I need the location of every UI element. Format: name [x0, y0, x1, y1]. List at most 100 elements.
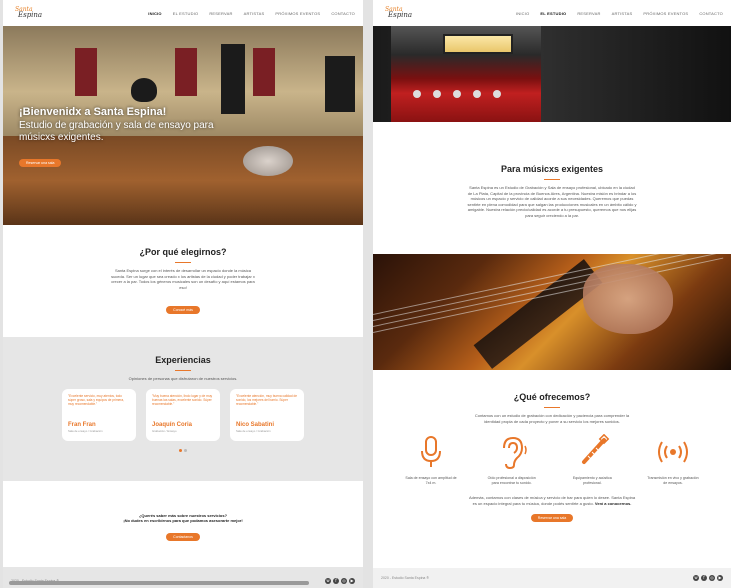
services-title: ¿Qué ofrecemos?	[513, 392, 591, 402]
home-page: Santa Espina INICIO EL ESTUDIO RESERVAR …	[3, 0, 363, 588]
instagram-icon[interactable]: ◎	[341, 578, 347, 584]
studio-page: Santa Espina INICIO EL ESTUDIO RESERVAR …	[373, 0, 731, 588]
acoustic-panel	[75, 48, 97, 96]
title-divider	[544, 407, 560, 408]
hand	[583, 264, 673, 334]
nav-menu: INICIO EL ESTUDIO RESERVAR ARTISTAS PRÓX…	[516, 11, 723, 16]
why-us-text: Santa Espina surge con el interés de des…	[111, 268, 255, 290]
experiences-title: Experiencias	[155, 355, 211, 365]
speaker-cabinet	[325, 56, 355, 112]
nav-item-contacto[interactable]: CONTACTO	[699, 11, 723, 16]
testimonial-quote: "Excelente servicio, muy atentos, todo s…	[68, 394, 124, 406]
testimonial-carousel[interactable]: "Excelente servicio, muy atentos, todo s…	[3, 389, 363, 441]
service-text: Sala de ensayo con amplitud de 7x4 m.	[405, 476, 457, 485]
title-divider	[175, 262, 191, 263]
carousel-dot-active[interactable]	[179, 449, 182, 452]
nav-item-reservar[interactable]: RESERVAR	[577, 11, 600, 16]
title-divider	[544, 179, 560, 180]
guitar-pick-logo	[131, 78, 157, 102]
reserve-room-button[interactable]: Reservar una sala	[530, 514, 574, 523]
contact-cta-section: ¿Querés saber más sobre nuestros servici…	[3, 481, 363, 567]
footer: 2020 - Estudio Santa Espina ® w f ◎ ▶	[373, 568, 731, 588]
microphone-icon	[421, 436, 441, 467]
reserve-room-button[interactable]: Reservar una sala	[19, 159, 62, 167]
services-intro: Contamos con un estudio de grabación con…	[474, 413, 630, 424]
nav-item-artistas[interactable]: ARTISTAS	[244, 11, 265, 16]
testimonial-card: "Muy buena atención, lindo lugar y de mu…	[146, 389, 220, 441]
service-item: Oído profesional a disposición para enco…	[484, 434, 540, 485]
amp-knob	[433, 90, 441, 98]
nav-item-el-estudio[interactable]: EL ESTUDIO	[540, 11, 566, 16]
logo[interactable]: Santa Espina	[385, 7, 412, 19]
youtube-icon[interactable]: ▶	[717, 575, 723, 581]
whatsapp-icon[interactable]: w	[325, 578, 331, 584]
nav-item-contacto[interactable]: CONTACTO	[331, 11, 355, 16]
amp-knob	[453, 90, 461, 98]
broadcast-icon	[657, 441, 688, 463]
nav-menu: INICIO EL ESTUDIO RESERVAR ARTISTAS PRÓX…	[148, 11, 355, 16]
social-links: w f ◎ ▶	[693, 575, 723, 581]
service-item: Transmisión en vivo y grabación de ensay…	[645, 434, 701, 485]
testimonial-role: Sala de ensayo / Grabación	[68, 429, 103, 433]
service-text: Transmisión en vivo y grabación de ensay…	[647, 476, 699, 485]
guitar-photo	[373, 254, 731, 370]
guitar-icon	[582, 434, 610, 464]
nav-item-el-estudio[interactable]: EL ESTUDIO	[173, 11, 199, 16]
testimonial-role: Sala de ensayo / Grabación	[236, 429, 271, 433]
facebook-icon[interactable]: f	[701, 575, 707, 581]
experiences-subtitle: Opiniones de personas que disfrutaron de…	[128, 376, 238, 381]
testimonial-card: "Excelente atención, muy buena calidad d…	[230, 389, 304, 441]
nav-item-reservar[interactable]: RESERVAR	[209, 11, 232, 16]
testimonial-role: Grabación / Ensayo	[152, 429, 177, 433]
logo-bottom: Espina	[18, 11, 43, 19]
footer-copyright: 2020 - Estudio Santa Espina ®	[381, 576, 429, 580]
services-section: ¿Qué ofrecemos? Contamos con un estudio …	[373, 370, 731, 525]
hero-title: ¡Bienvenidx a Santa Espina!	[19, 106, 167, 118]
top-nav: Santa Espina INICIO EL ESTUDIO RESERVAR …	[3, 0, 363, 26]
title-divider	[175, 370, 191, 371]
service-text: Oído profesional a disposición para enco…	[487, 476, 536, 485]
learn-more-button[interactable]: Conocé más	[166, 306, 200, 314]
amp-knob	[493, 90, 501, 98]
nav-item-proximos-eventos[interactable]: PRÓXIMOS EVENTOS	[275, 11, 320, 16]
amp-knob	[413, 90, 421, 98]
testimonial-name: Fran Fran	[68, 422, 96, 428]
why-us-section: ¿Por qué elegirnos? Santa Espina surge c…	[3, 225, 363, 337]
service-item: Sala de ensayo con amplitud de 7x4 m.	[403, 434, 459, 485]
musicians-title: Para músicxs exigentes	[500, 164, 604, 174]
top-nav: Santa Espina INICIO EL ESTUDIO RESERVAR …	[373, 0, 731, 26]
testimonial-quote: "Muy buena atención, lindo lugar y de mu…	[152, 394, 213, 406]
services-outro-bold: Vení a conocernos.	[594, 500, 632, 506]
carousel-dots	[3, 449, 363, 452]
logo[interactable]: Santa Espina	[15, 7, 42, 19]
acoustic-panel	[253, 48, 275, 96]
horizontal-scrollbar[interactable]	[9, 581, 309, 585]
testimonial-quote: "Excelente atención, muy buena calidad d…	[236, 394, 298, 406]
vu-meter	[443, 34, 513, 54]
hero-banner: ¡Bienvenidx a Santa Espina! Estudio de g…	[3, 26, 363, 225]
nav-item-inicio[interactable]: INICIO	[148, 11, 161, 16]
nav-item-artistas[interactable]: ARTISTAS	[612, 11, 633, 16]
amp-knob	[473, 90, 481, 98]
ear-icon	[502, 436, 527, 470]
speaker-cabinet	[221, 44, 245, 114]
youtube-icon[interactable]: ▶	[349, 578, 355, 584]
why-us-title: ¿Por qué elegirnos?	[139, 247, 227, 257]
nav-item-inicio[interactable]: INICIO	[516, 11, 529, 16]
facebook-icon[interactable]: f	[333, 578, 339, 584]
contact-us-button[interactable]: Contactanos	[166, 533, 200, 541]
instagram-icon[interactable]: ◎	[709, 575, 715, 581]
carousel-dot[interactable]	[184, 449, 187, 452]
services-outro: Además, contamos con clases de música y …	[467, 495, 637, 506]
amplifier-photo	[373, 26, 731, 122]
hero-overlay: ¡Bienvenidx a Santa Espina! Estudio de g…	[19, 106, 229, 169]
service-text: Equipamiento y acústica profesional.	[572, 476, 612, 485]
testimonial-name: Nico Sabatini	[236, 422, 275, 428]
nav-item-proximos-eventos[interactable]: PRÓXIMOS EVENTOS	[643, 11, 688, 16]
hero-subtitle: Estudio de grabación y sala de ensayo pa…	[19, 120, 214, 143]
experiences-section: Experiencias Opiniones de personas que d…	[3, 337, 363, 481]
logo-bottom: Espina	[388, 11, 413, 19]
whatsapp-icon[interactable]: w	[693, 575, 699, 581]
testimonial-name: Joaquín Coria	[152, 422, 193, 428]
musicians-section: Para músicxs exigentes Santa Espina es u…	[373, 122, 731, 254]
